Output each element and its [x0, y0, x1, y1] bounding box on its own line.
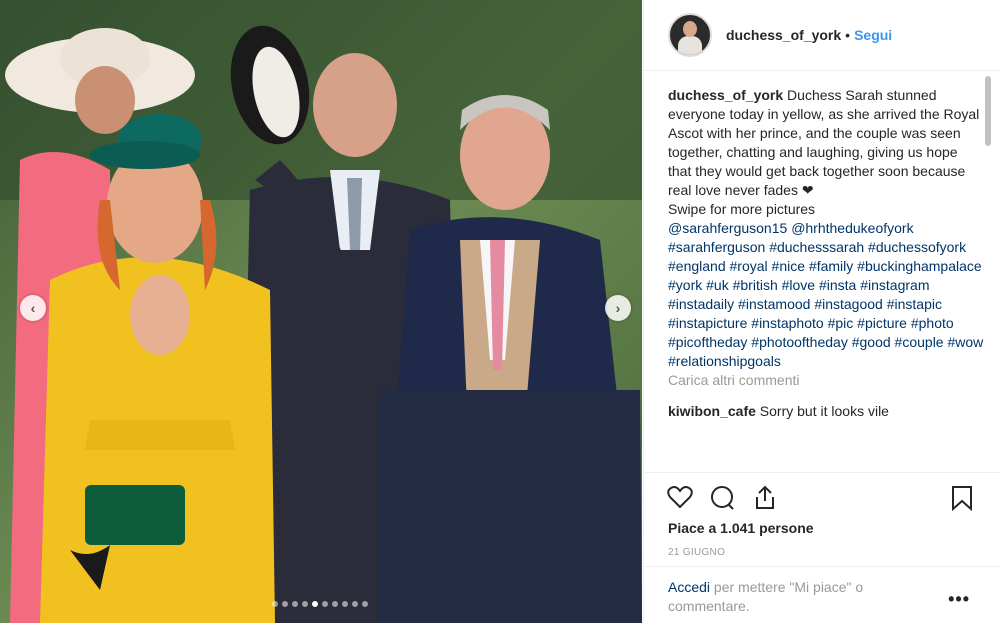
likes-count[interactable]: Piace a 1.041 persone	[668, 520, 814, 536]
carousel-dot	[302, 601, 308, 607]
carousel-indicator	[272, 601, 368, 607]
hashtag-link[interactable]: #wow	[947, 334, 983, 350]
hashtag-link[interactable]: #instagram	[860, 277, 929, 293]
comments-list: duchess_of_york Duchess Sarah stunned ev…	[668, 86, 984, 468]
hashtag-link[interactable]: #couple	[895, 334, 944, 350]
hashtag-link[interactable]: #duchesssarah	[769, 239, 864, 255]
carousel-dot	[292, 601, 298, 607]
post-date: 21 GIUGNO	[668, 547, 726, 558]
hashtag-link[interactable]: #instadaily	[668, 296, 734, 312]
comment-text: Sorry but it looks vile	[755, 403, 889, 419]
mention-link[interactable]: @hrhthedukeofyork	[791, 220, 913, 236]
hashtag-link[interactable]: #england	[668, 258, 726, 274]
heart-icon[interactable]	[667, 485, 693, 509]
carousel-dot	[332, 601, 338, 607]
share-icon[interactable]	[753, 485, 777, 511]
hashtag-link[interactable]: #good	[852, 334, 891, 350]
hashtag-link[interactable]: #relationshipgoals	[668, 353, 781, 369]
hashtag-link[interactable]: #royal	[730, 258, 768, 274]
chevron-right-icon[interactable]: ›	[605, 295, 631, 321]
carousel-dot	[272, 601, 278, 607]
comment-item: kiwibon_cafe Sorry but it looks vile	[668, 402, 984, 421]
hashtag-link[interactable]: #duchessofyork	[868, 239, 966, 255]
carousel-dot	[312, 601, 318, 607]
mention-link[interactable]: @sarahferguson15	[668, 220, 787, 236]
chevron-left-icon[interactable]: ‹	[20, 295, 46, 321]
hashtag-link[interactable]: #instapic	[887, 296, 942, 312]
hashtag-link[interactable]: #sarahferguson	[668, 239, 765, 255]
swipe-text: Swipe for more pictures	[668, 201, 816, 217]
carousel-dot	[322, 601, 328, 607]
action-bar	[643, 472, 1000, 525]
carousel-dot	[362, 601, 368, 607]
post-photo[interactable]: ‹ ›	[0, 0, 642, 623]
photo-illustration	[0, 0, 642, 623]
comment-username[interactable]: kiwibon_cafe	[668, 403, 756, 419]
more-options-icon[interactable]: •••	[948, 589, 970, 610]
post-header: duchess_of_york • Segui	[644, 0, 1000, 71]
hashtag-link[interactable]: #instaphoto	[751, 315, 823, 331]
hashtag-link[interactable]: #instamood	[738, 296, 810, 312]
hashtag-link[interactable]: #instagood	[814, 296, 883, 312]
hashtag-link[interactable]: #british	[733, 277, 778, 293]
carousel-dot	[352, 601, 358, 607]
hashtag-link[interactable]: #photo	[911, 315, 954, 331]
hashtag-link[interactable]: #picoftheday	[668, 334, 747, 350]
avatar[interactable]	[668, 13, 712, 57]
caption: duchess_of_york Duchess Sarah stunned ev…	[668, 86, 984, 371]
load-more-comments[interactable]: Carica altri commenti	[668, 371, 984, 390]
bookmark-icon[interactable]	[951, 485, 973, 511]
hashtag-link[interactable]: #instapicture	[668, 315, 747, 331]
hashtag-link[interactable]: #picture	[857, 315, 907, 331]
username[interactable]: duchess_of_york	[726, 27, 841, 43]
caption-text: Duchess Sarah stunned everyone today in …	[668, 87, 980, 198]
hashtag-link[interactable]: #photooftheday	[751, 334, 848, 350]
carousel-dot	[342, 601, 348, 607]
hashtag-link[interactable]: #love	[782, 277, 815, 293]
carousel-dot	[282, 601, 288, 607]
scrollbar[interactable]	[984, 76, 992, 468]
hashtag-link[interactable]: #uk	[706, 277, 729, 293]
hashtag-link[interactable]: #nice	[772, 258, 805, 274]
hashtag-link[interactable]: #york	[668, 277, 702, 293]
follow-button[interactable]: Segui	[854, 27, 892, 43]
caption-username[interactable]: duchess_of_york	[668, 87, 783, 103]
hashtag-link[interactable]: #insta	[819, 277, 856, 293]
hashtag-link[interactable]: #pic	[828, 315, 854, 331]
separator: •	[845, 27, 851, 43]
login-link[interactable]: Accedi	[668, 579, 710, 595]
comment-icon[interactable]	[709, 485, 735, 511]
login-prompt: Accedi per mettere "Mi piace" o commenta…	[643, 566, 1000, 624]
hashtag-link[interactable]: #buckinghampalace	[857, 258, 982, 274]
hashtag-link[interactable]: #family	[809, 258, 853, 274]
tag-list: @sarahferguson15 @hrhthedukeofyork #sara…	[668, 220, 983, 369]
